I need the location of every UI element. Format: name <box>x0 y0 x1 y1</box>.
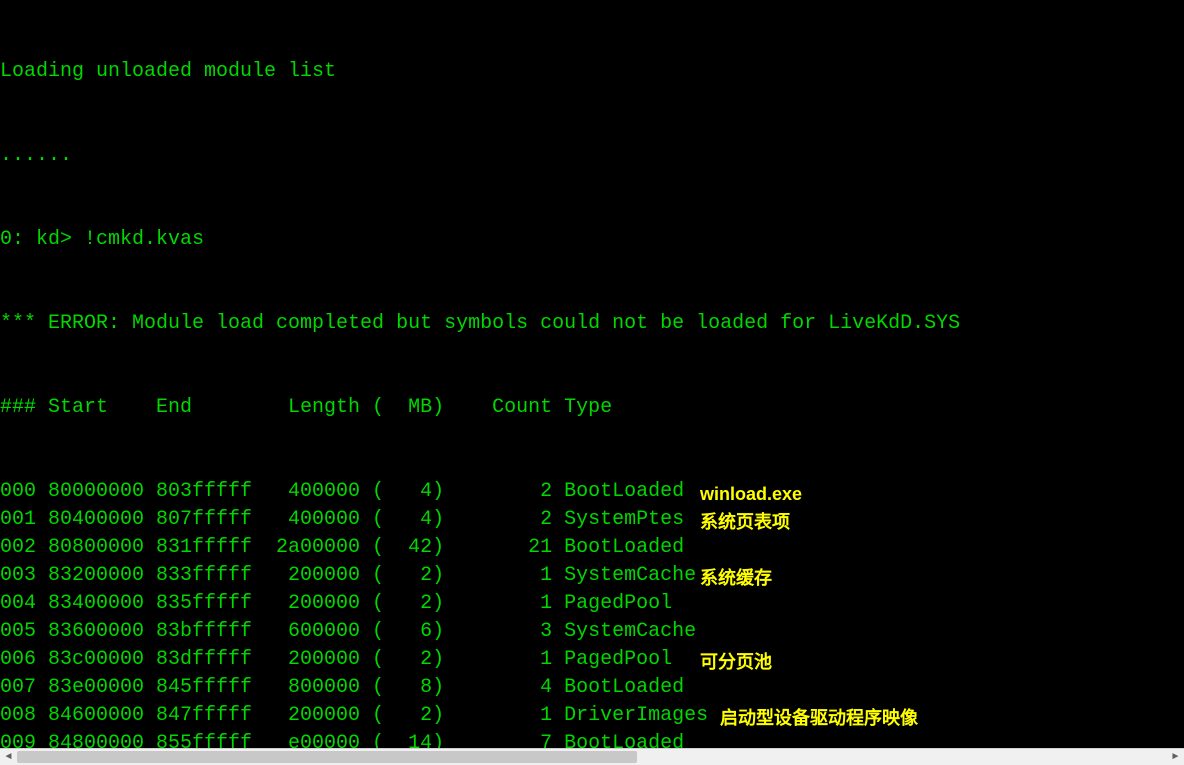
dots-line: ...... <box>0 142 1184 170</box>
annotation-label: winload.exe <box>700 480 802 508</box>
scroll-thumb[interactable] <box>17 751 637 763</box>
command-text: !cmkd.kvas <box>84 228 204 251</box>
scroll-left-arrow[interactable]: ◄ <box>0 749 17 765</box>
table-row: 007 83e00000 845fffff 800000 ( 8) 4 Boot… <box>0 674 1184 702</box>
table-row: 002 80800000 831fffff 2a00000 ( 42) 21 B… <box>0 534 1184 562</box>
table-row: 009 84800000 855fffff e00000 ( 14) 7 Boo… <box>0 730 1184 749</box>
table-row: 001 80400000 807fffff 400000 ( 4) 2 Syst… <box>0 506 1184 534</box>
table-row: 005 83600000 83bfffff 600000 ( 6) 3 Syst… <box>0 618 1184 646</box>
error-line: *** ERROR: Module load completed but sym… <box>0 310 1184 338</box>
scroll-right-arrow[interactable]: ► <box>1167 749 1184 765</box>
table-row: 004 83400000 835fffff 200000 ( 2) 1 Page… <box>0 590 1184 618</box>
table-header: ### Start End Length ( MB) Count Type <box>0 394 1184 422</box>
terminal-output: Loading unloaded module list ...... 0: k… <box>0 0 1184 749</box>
annotation-label: 启动型设备驱动程序映像 <box>720 704 918 732</box>
prompt-text: 0: kd> <box>0 228 84 251</box>
prompt-line[interactable]: 0: kd> !cmkd.kvas <box>0 226 1184 254</box>
loading-line: Loading unloaded module list <box>0 58 1184 86</box>
horizontal-scrollbar[interactable]: ◄ ► <box>0 748 1184 765</box>
table-row: 006 83c00000 83dfffff 200000 ( 2) 1 Page… <box>0 646 1184 674</box>
annotation-label: 可分页池 <box>700 648 772 676</box>
table-rows: 000 80000000 803fffff 400000 ( 4) 2 Boot… <box>0 478 1184 749</box>
annotation-label: 系统缓存 <box>700 564 772 592</box>
annotation-label: 系统页表项 <box>700 508 790 536</box>
table-row: 000 80000000 803fffff 400000 ( 4) 2 Boot… <box>0 478 1184 506</box>
table-row: 003 83200000 833fffff 200000 ( 2) 1 Syst… <box>0 562 1184 590</box>
table-row: 008 84600000 847fffff 200000 ( 2) 1 Driv… <box>0 702 1184 730</box>
